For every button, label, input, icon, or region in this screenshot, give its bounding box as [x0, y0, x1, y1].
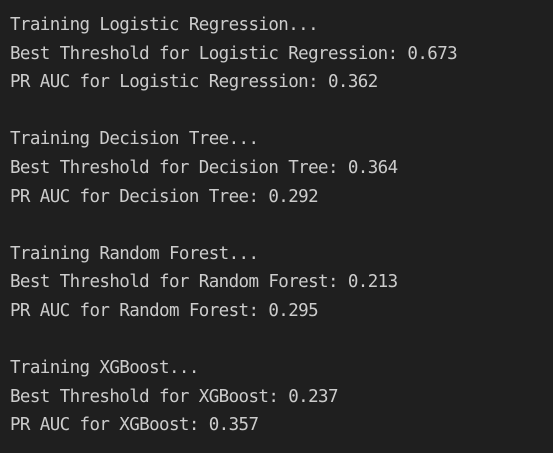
- output-line-threshold-logistic-regression: Best Threshold for Logistic Regression: …: [10, 43, 458, 64]
- output-line-threshold-random-forest: Best Threshold for Random Forest: 0.213: [10, 272, 398, 293]
- output-line-threshold-decision-tree: Best Threshold for Decision Tree: 0.364: [10, 157, 398, 178]
- output-line-pr-auc-xgboost: PR AUC for XGBoost: 0.357: [10, 415, 259, 436]
- output-line-training-logistic-regression: Training Logistic Regression...: [10, 15, 319, 35]
- terminal-output: Training Logistic Regression... Best Thr…: [0, 0, 553, 453]
- output-line-training-decision-tree: Training Decision Tree...: [10, 129, 259, 150]
- output-line-pr-auc-decision-tree: PR AUC for Decision Tree: 0.292: [10, 186, 319, 207]
- output-line-training-xgboost: Training XGBoost...: [10, 358, 199, 379]
- output-line-training-random-forest: Training Random Forest...: [10, 243, 259, 264]
- output-line-pr-auc-logistic-regression: PR AUC for Logistic Regression: 0.362: [10, 72, 378, 93]
- output-line-threshold-xgboost: Best Threshold for XGBoost: 0.237: [10, 386, 338, 407]
- output-line-pr-auc-random-forest: PR AUC for Random Forest: 0.295: [10, 300, 319, 321]
